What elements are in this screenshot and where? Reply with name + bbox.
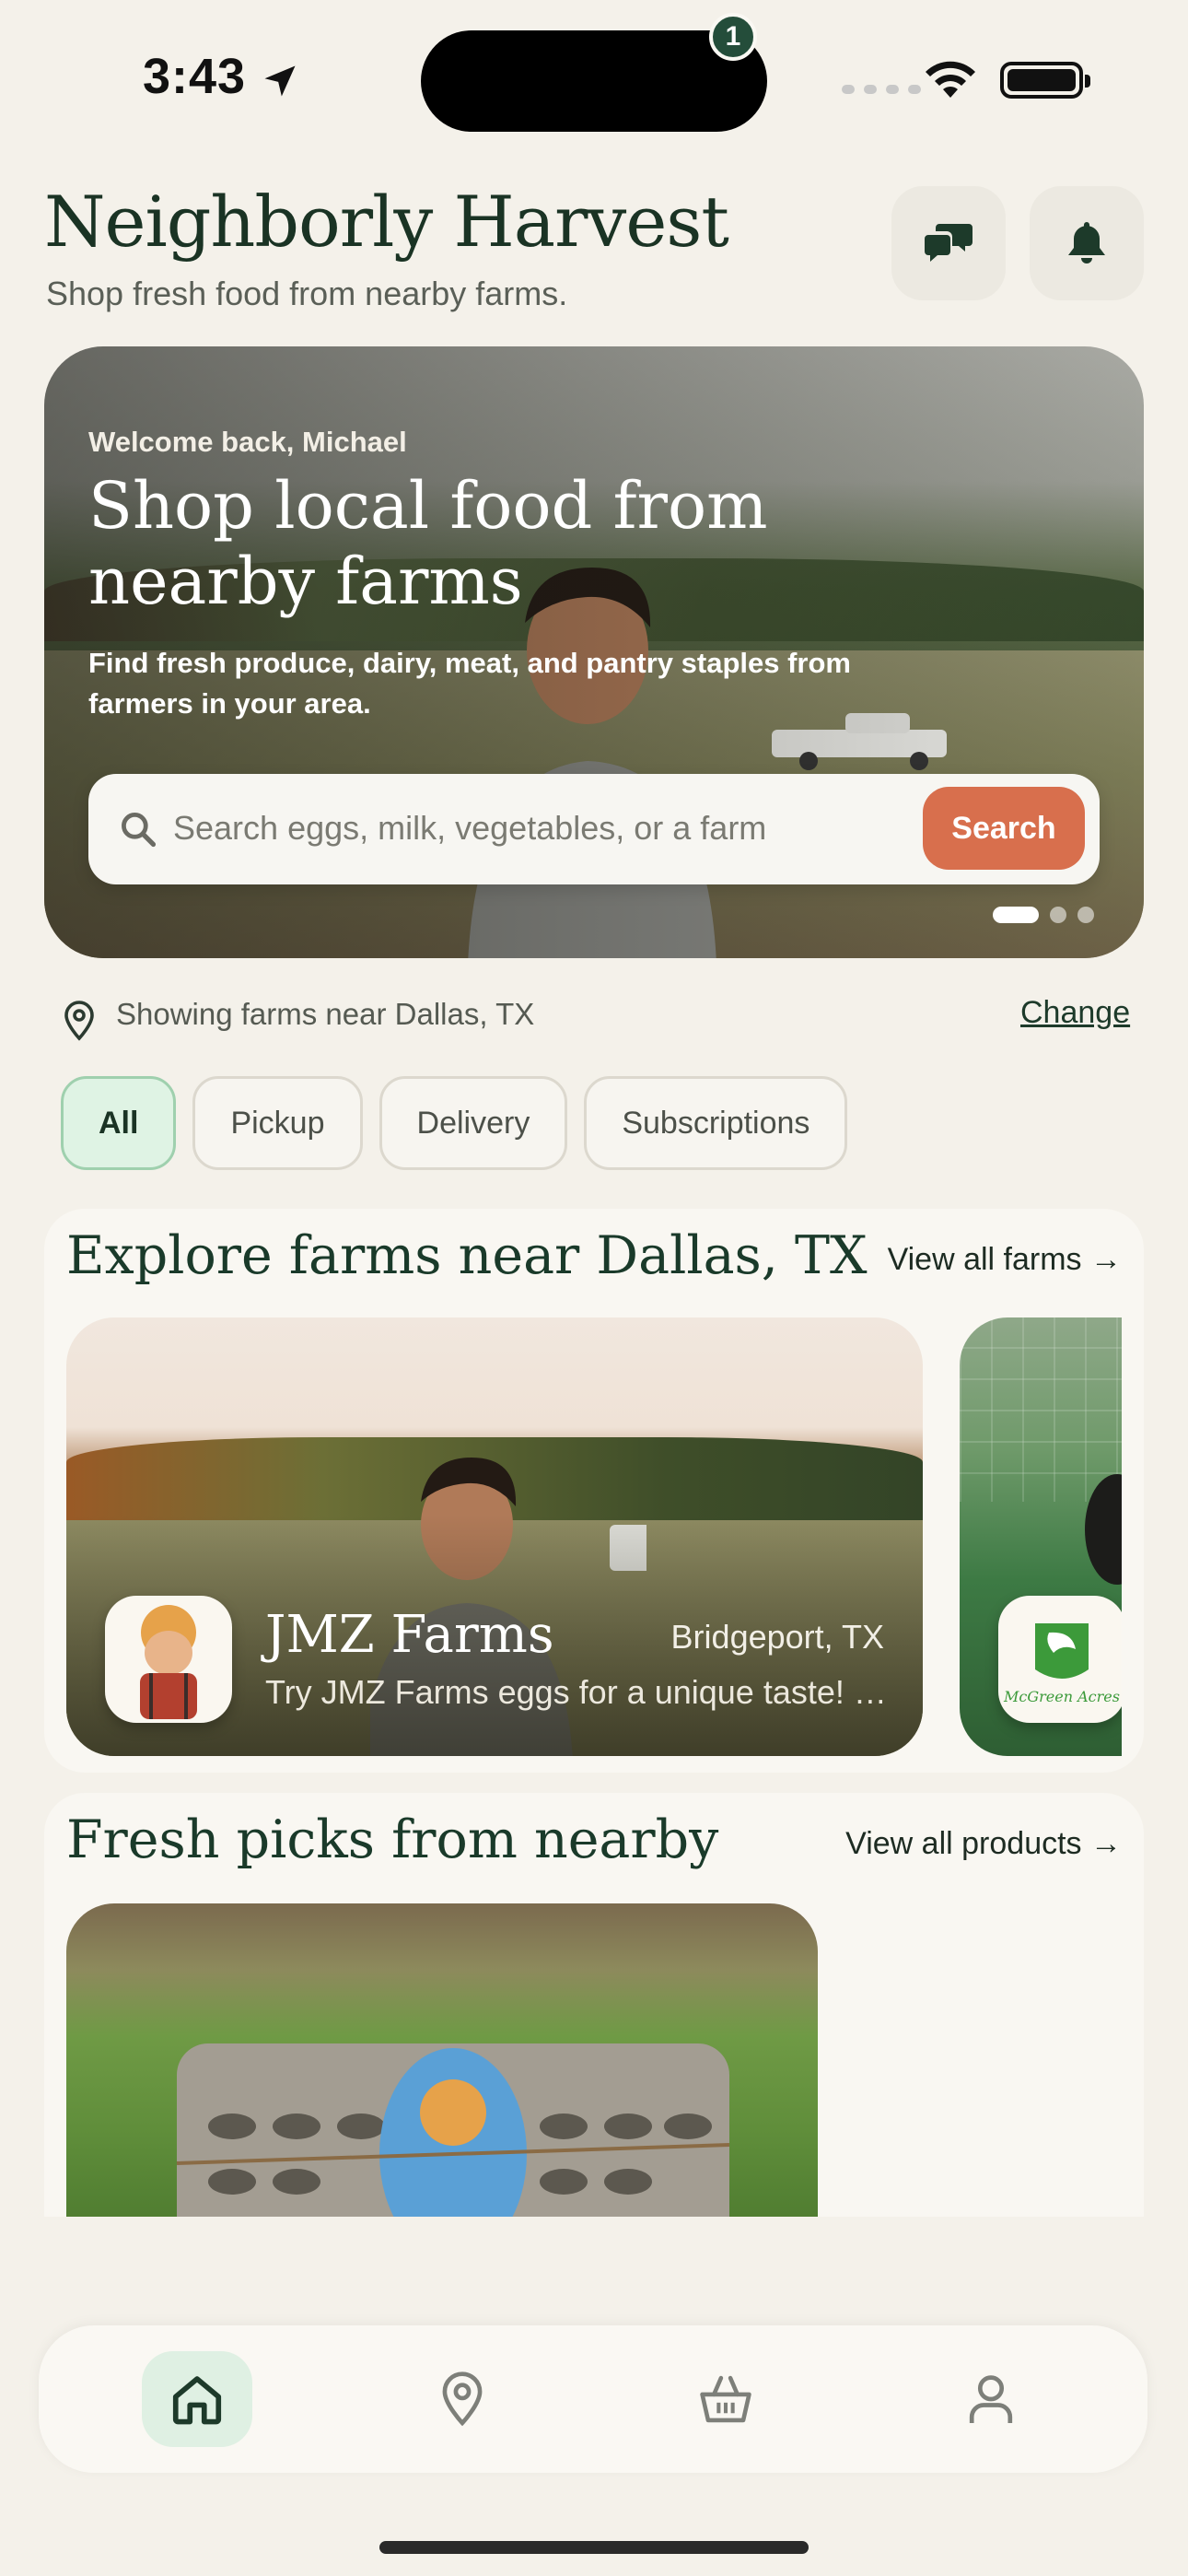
- bell-icon: [1068, 222, 1105, 263]
- cart-count-badge: 1: [709, 13, 757, 61]
- basket-icon: [700, 2375, 751, 2423]
- svg-text:McGreen Acres: McGreen Acres: [1003, 1688, 1120, 1705]
- location-text: Showing farms near Dallas, TX: [116, 997, 535, 1031]
- battery-icon: [1000, 62, 1090, 99]
- cellular-signal-icon: [842, 85, 921, 94]
- hero-description: Find fresh produce, dairy, meat, and pan…: [88, 647, 851, 720]
- home-icon: [172, 2376, 222, 2425]
- notifications-button[interactable]: [1030, 186, 1144, 300]
- messages-button[interactable]: [891, 186, 1006, 300]
- chat-icon: [925, 224, 973, 262]
- nav-cart[interactable]: [670, 2351, 781, 2447]
- status-time: 3:43: [143, 49, 247, 104]
- farm-logo: McGreen Acres: [998, 1596, 1122, 1723]
- farm-name: JMZ Farms: [265, 1605, 554, 1665]
- map-pin-icon: [442, 2371, 483, 2427]
- welcome-text: Welcome back, Michael: [88, 426, 407, 458]
- search-icon: [122, 813, 157, 848]
- carousel-dot[interactable]: [1050, 907, 1066, 923]
- home-indicator[interactable]: [379, 2541, 809, 2554]
- filter-chip-subscriptions[interactable]: Subscriptions: [584, 1076, 848, 1170]
- farms-section: Explore farms near Dallas, TX View all f…: [44, 1209, 1144, 1773]
- fresh-picks-title: Fresh picks from nearby: [66, 1809, 719, 1870]
- filter-chips: All Pickup Delivery Subscriptions: [61, 1076, 848, 1170]
- nav-map[interactable]: [407, 2351, 518, 2447]
- map-pin-icon: [64, 1001, 94, 1041]
- carousel-indicator[interactable]: [993, 907, 1094, 923]
- filter-chip-all[interactable]: All: [61, 1076, 177, 1170]
- nav-home[interactable]: [142, 2351, 252, 2447]
- farm-description: Try JMZ Farms eggs for a unique taste! O…: [265, 1673, 891, 1711]
- carousel-dot-active[interactable]: [993, 907, 1039, 923]
- app-subtitle: Shop fresh food from nearby farms.: [46, 275, 568, 312]
- filter-chip-delivery[interactable]: Delivery: [379, 1076, 568, 1170]
- search-button[interactable]: Search: [923, 787, 1085, 870]
- farm-card[interactable]: JMZ Farms Bridgeport, TX Try JMZ Farms e…: [66, 1317, 923, 1756]
- bottom-navigation: [39, 2325, 1147, 2473]
- profile-icon: [969, 2375, 1013, 2423]
- search-bar: Search: [88, 774, 1100, 884]
- farms-section-title: Explore farms near Dallas, TX: [66, 1225, 868, 1286]
- status-bar: 3:43: [0, 0, 1188, 157]
- change-location-link[interactable]: Change: [1020, 995, 1130, 1031]
- farm-location: Bridgeport, TX: [670, 1618, 884, 1656]
- search-input[interactable]: [173, 798, 891, 859]
- hero-title: Shop local food from nearby farms: [88, 468, 768, 619]
- product-card[interactable]: [66, 1903, 818, 2217]
- view-all-products-link[interactable]: View all products →: [845, 1826, 1122, 1862]
- app-title: Neighborly Harvest: [44, 181, 729, 263]
- nav-profile[interactable]: [936, 2351, 1046, 2447]
- filter-chip-pickup[interactable]: Pickup: [192, 1076, 363, 1170]
- egg-carton-photo: [177, 2043, 729, 2217]
- fresh-picks-section: Fresh picks from nearby View all product…: [44, 1793, 1144, 2217]
- view-all-farms-link[interactable]: View all farms →: [888, 1242, 1122, 1278]
- location-arrow-icon: [264, 65, 296, 97]
- farm-card[interactable]: McGreen Acres: [960, 1317, 1122, 1756]
- wifi-icon: [926, 61, 975, 98]
- carousel-dot[interactable]: [1077, 907, 1094, 923]
- farm-logo: [105, 1596, 232, 1723]
